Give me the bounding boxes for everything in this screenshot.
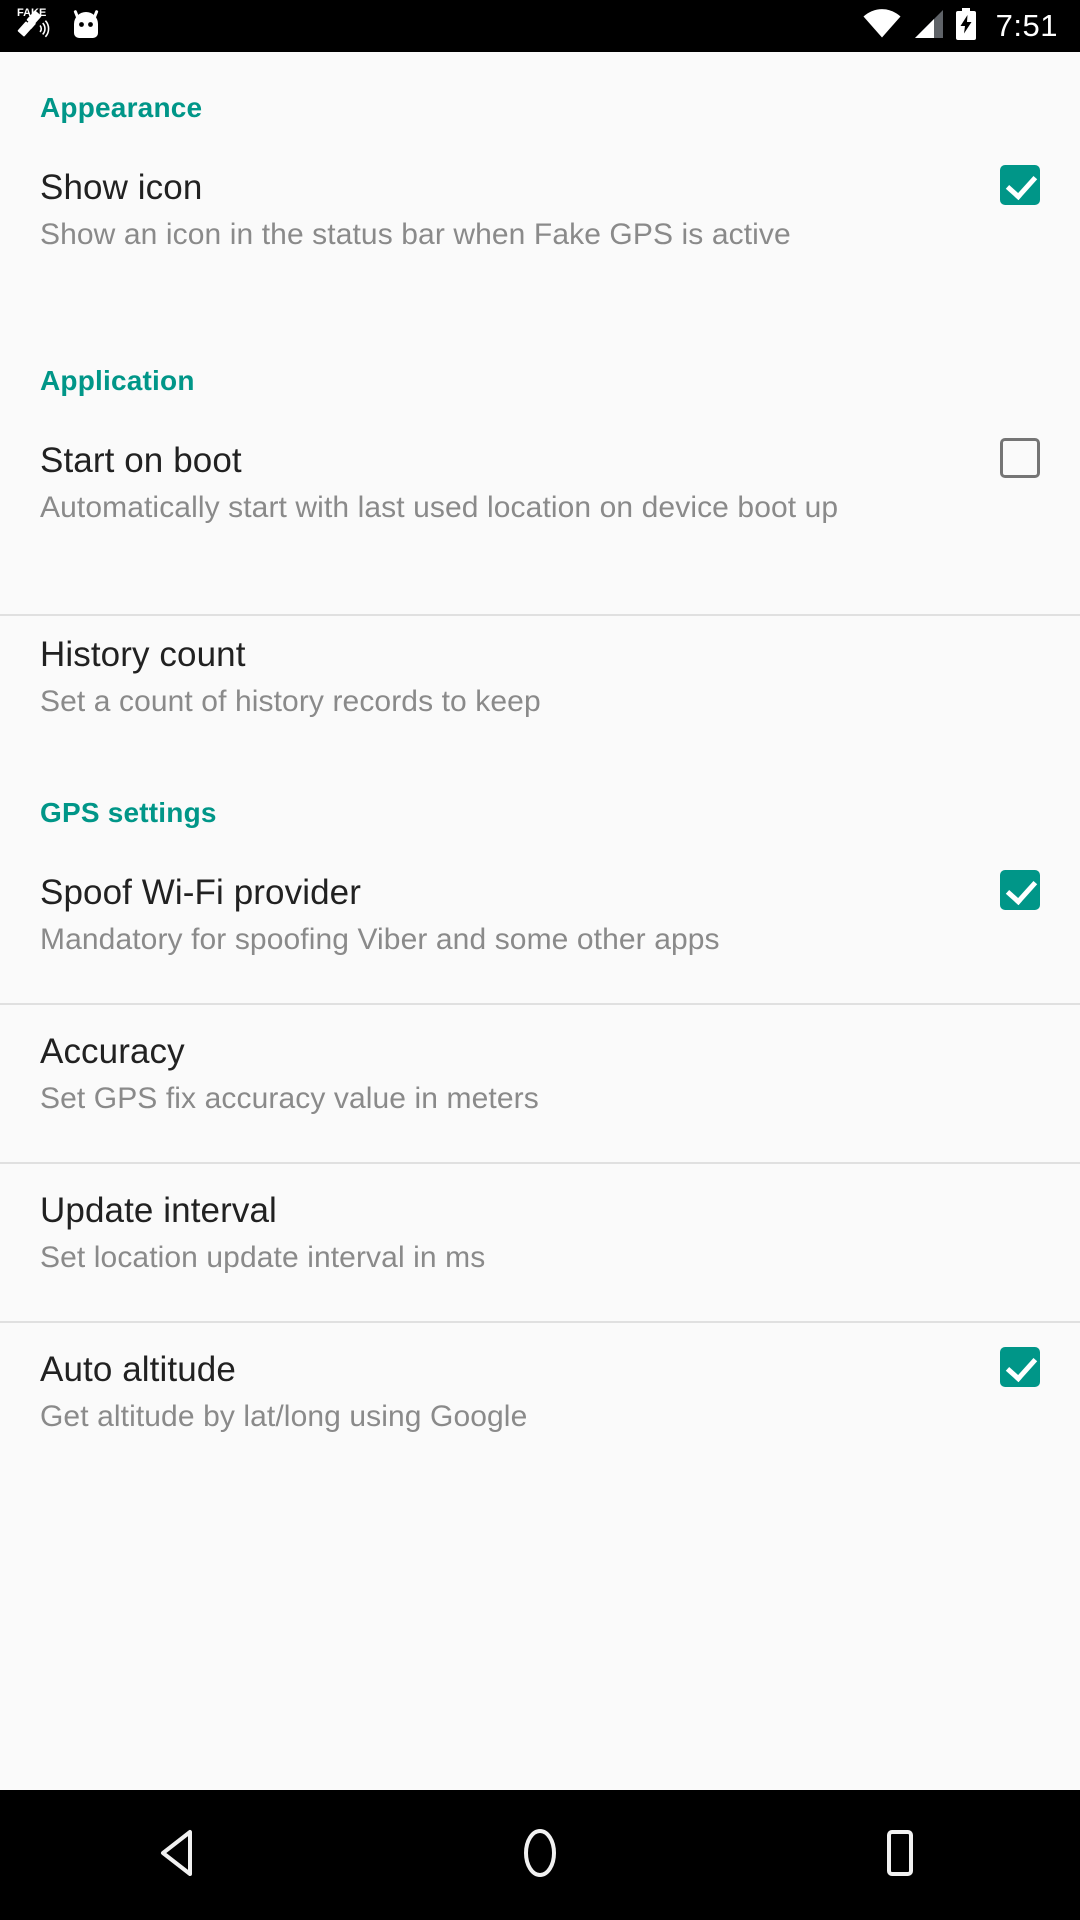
navigation-bar — [0, 1790, 1080, 1920]
wifi-icon — [863, 8, 901, 44]
checkbox-spoof-wifi-provider[interactable] — [1000, 870, 1040, 910]
setting-summary-update-interval: Set location update interval in ms — [40, 1241, 486, 1274]
settings-screen: FAKE 7:51 Appearance Show icon Show an i… — [0, 0, 1080, 1920]
recents-square-icon — [879, 1827, 921, 1884]
home-button[interactable] — [360, 1790, 720, 1920]
divider — [0, 1162, 1080, 1164]
setting-widget-spoof-wifi-provider — [944, 870, 1040, 910]
setting-row-history-count[interactable]: History count Set a count of history rec… — [0, 632, 1080, 723]
setting-widget-show-icon — [944, 165, 1040, 205]
status-bar: FAKE 7:51 — [0, 0, 1080, 52]
setting-title-accuracy: Accuracy — [40, 1032, 185, 1071]
setting-text-spoof-wifi-provider: Spoof Wi-Fi provider Mandatory for spoof… — [40, 870, 944, 961]
setting-title-spoof-wifi-provider: Spoof Wi-Fi provider — [40, 873, 361, 912]
setting-title-start-on-boot: Start on boot — [40, 441, 242, 480]
battery-charging-icon — [955, 7, 977, 45]
status-bar-right-icons: 7:51 — [863, 7, 1058, 45]
setting-text-start-on-boot: Start on boot Automatically start with l… — [40, 438, 944, 529]
setting-row-accuracy[interactable]: Accuracy Set GPS fix accuracy value in m… — [0, 1029, 1080, 1120]
setting-title-history-count: History count — [40, 635, 246, 674]
home-circle-icon — [517, 1826, 563, 1885]
setting-summary-spoof-wifi-provider: Mandatory for spoofing Viber and some ot… — [40, 923, 720, 956]
checkbox-auto-altitude[interactable] — [1000, 1347, 1040, 1387]
setting-row-auto-altitude[interactable]: Auto altitude Get altitude by lat/long u… — [0, 1347, 1080, 1438]
setting-text-history-count: History count Set a count of history rec… — [40, 632, 944, 723]
setting-widget-auto-altitude — [944, 1347, 1040, 1387]
recents-button[interactable] — [720, 1790, 1080, 1920]
checkbox-start-on-boot[interactable] — [1000, 438, 1040, 478]
section-header-appearance: Appearance — [40, 92, 203, 123]
setting-summary-accuracy: Set GPS fix accuracy value in meters — [40, 1082, 539, 1115]
setting-summary-history-count: Set a count of history records to keep — [40, 685, 541, 718]
status-bar-clock: 7:51 — [995, 8, 1058, 43]
setting-text-accuracy: Accuracy Set GPS fix accuracy value in m… — [40, 1029, 944, 1120]
back-triangle-icon — [157, 1828, 203, 1883]
setting-row-start-on-boot[interactable]: Start on boot Automatically start with l… — [0, 438, 1080, 529]
setting-summary-auto-altitude: Get altitude by lat/long using Google — [40, 1400, 528, 1433]
android-head-icon — [70, 7, 102, 46]
setting-title-auto-altitude: Auto altitude — [40, 1350, 236, 1389]
fake-gps-satellite-icon: FAKE — [16, 5, 56, 48]
status-bar-left-icons: FAKE — [16, 5, 102, 48]
setting-widget-start-on-boot — [944, 438, 1040, 478]
setting-title-update-interval: Update interval — [40, 1191, 277, 1230]
section-header-application: Application — [40, 365, 195, 396]
setting-text-show-icon: Show icon Show an icon in the status bar… — [40, 165, 944, 256]
setting-title-show-icon: Show icon — [40, 168, 203, 207]
setting-summary-show-icon: Show an icon in the status bar when Fake… — [40, 218, 791, 251]
divider — [0, 1003, 1080, 1005]
back-button[interactable] — [0, 1790, 360, 1920]
section-header-gps-settings: GPS settings — [40, 797, 217, 828]
setting-text-auto-altitude: Auto altitude Get altitude by lat/long u… — [40, 1347, 944, 1438]
setting-summary-start-on-boot: Automatically start with last used locat… — [40, 491, 839, 524]
checkbox-show-icon[interactable] — [1000, 165, 1040, 205]
divider — [0, 614, 1080, 616]
setting-text-update-interval: Update interval Set location update inte… — [40, 1188, 944, 1279]
setting-row-show-icon[interactable]: Show icon Show an icon in the status bar… — [0, 165, 1080, 256]
cellular-signal-icon — [912, 9, 944, 44]
setting-row-update-interval[interactable]: Update interval Set location update inte… — [0, 1188, 1080, 1279]
divider — [0, 1321, 1080, 1323]
setting-row-spoof-wifi-provider[interactable]: Spoof Wi-Fi provider Mandatory for spoof… — [0, 870, 1080, 961]
